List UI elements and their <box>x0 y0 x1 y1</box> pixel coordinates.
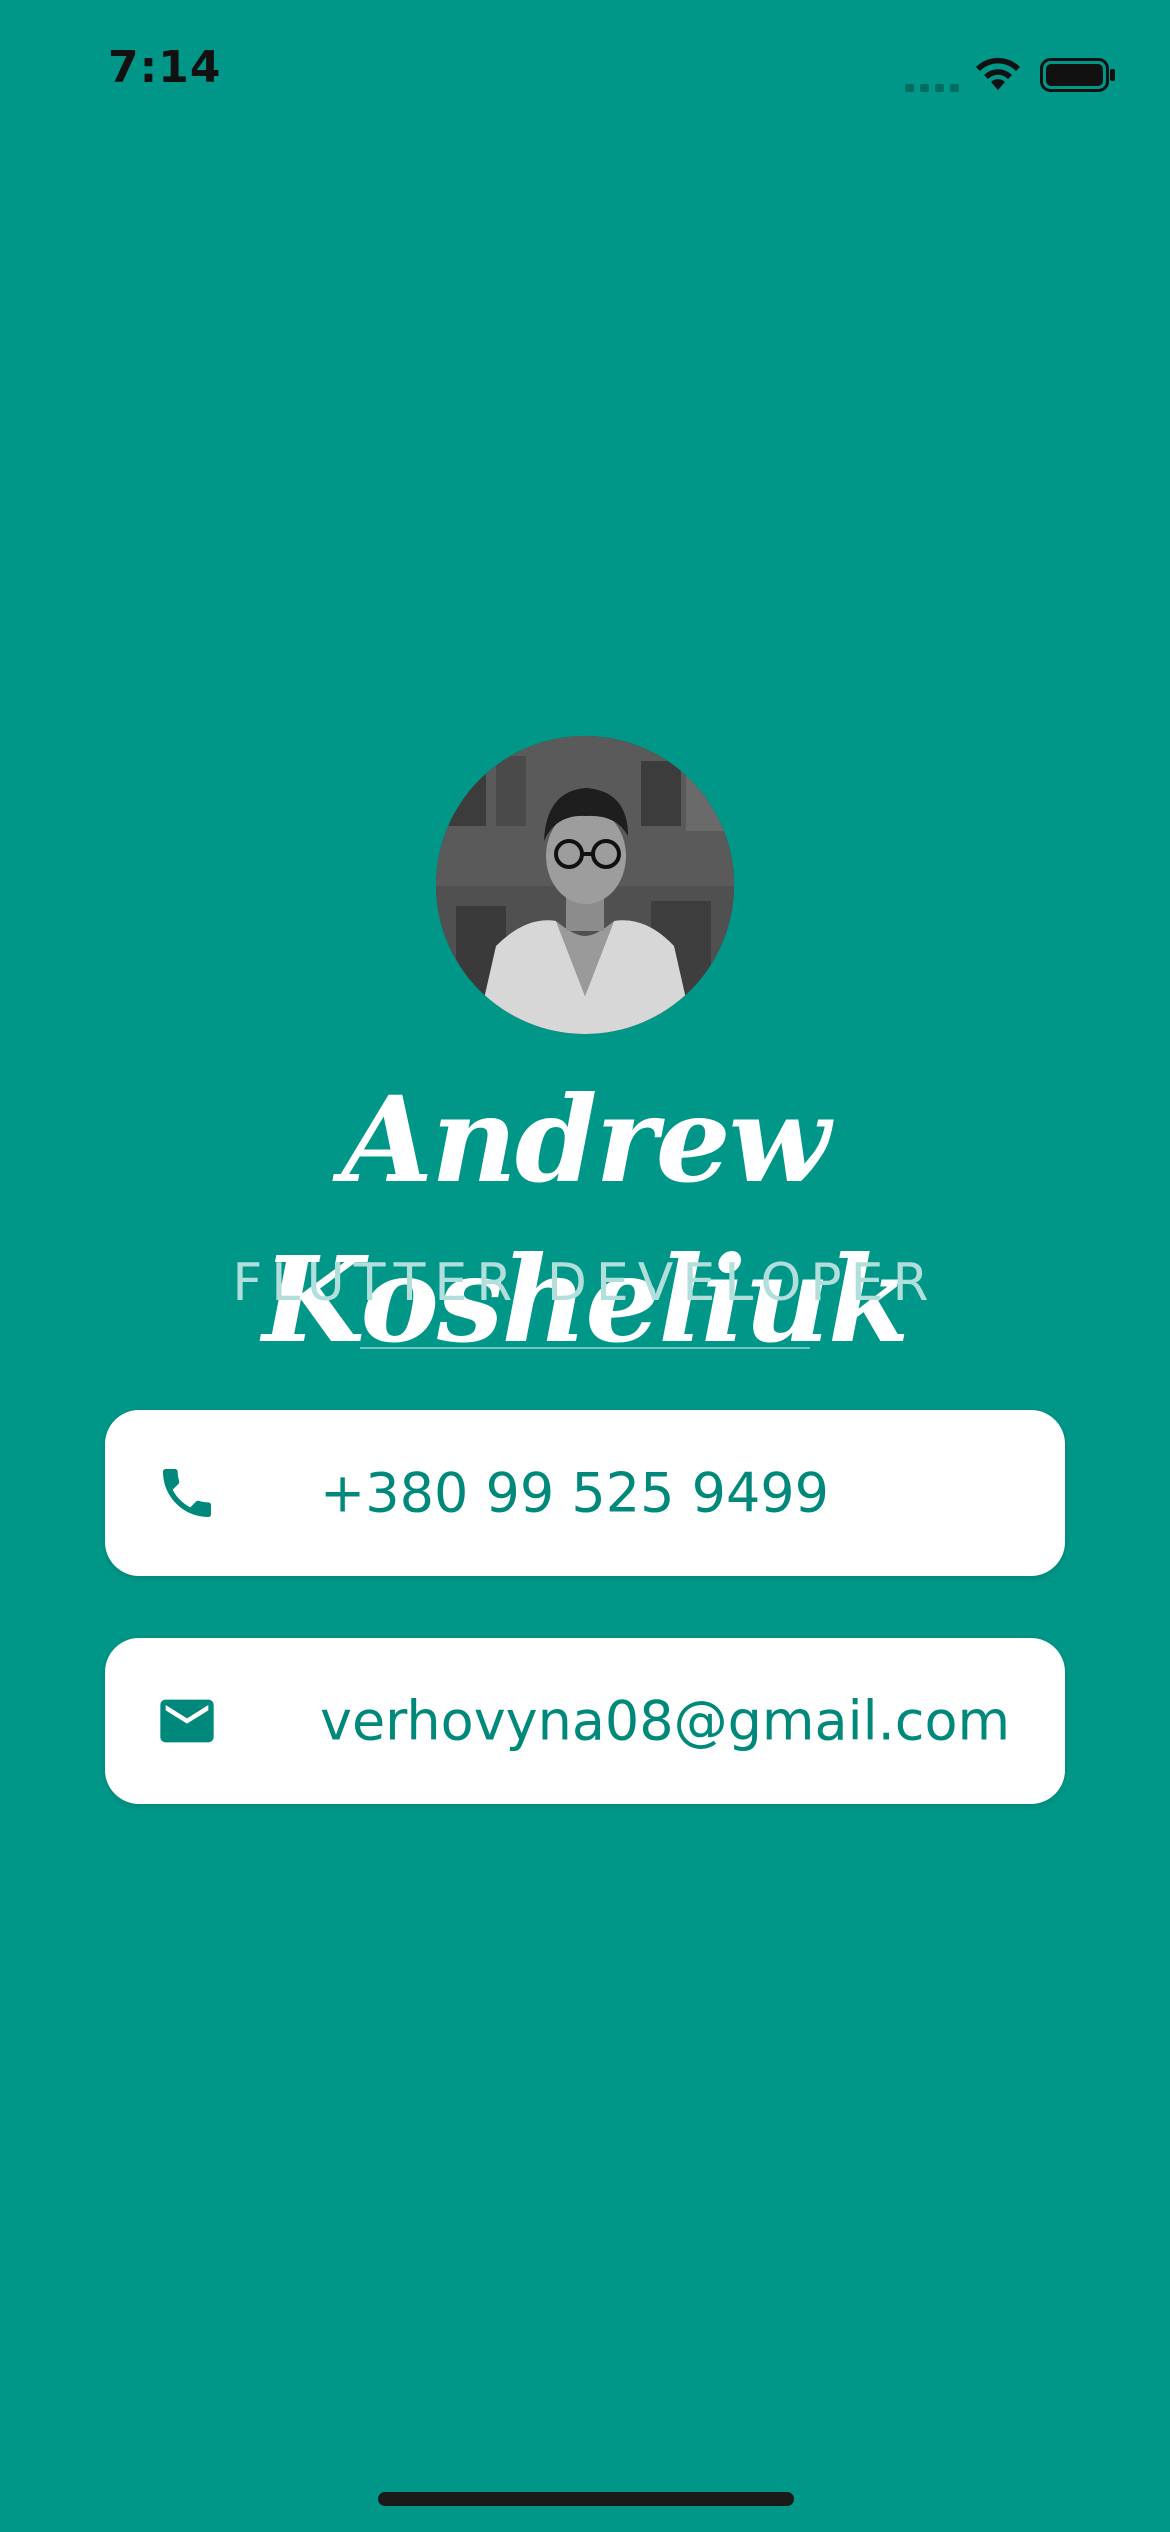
email-card[interactable]: verhovyna08@gmail.com <box>105 1638 1065 1804</box>
email-address: verhovyna08@gmail.com <box>320 1689 1011 1753</box>
divider <box>360 1347 810 1349</box>
phone-card[interactable]: +380 99 525 9499 <box>105 1410 1065 1576</box>
profile-photo <box>436 736 734 1034</box>
status-bar-time: 7:14 <box>108 42 222 93</box>
phone-number: +380 99 525 9499 <box>320 1461 830 1525</box>
avatar <box>436 736 734 1034</box>
profile-title: FLUTTER DEVELOPER <box>232 1253 938 1313</box>
email-icon <box>160 1699 214 1743</box>
home-indicator[interactable] <box>378 2492 794 2506</box>
wifi-icon <box>976 57 1020 90</box>
profile-name: Andrew Kosheliuk <box>262 1070 909 1369</box>
battery-icon <box>1040 58 1115 92</box>
cellular-signal-icon <box>905 84 961 92</box>
business-card-screen: 7:14 Andrew Kosheliuk FLUTTER DEVELOPER … <box>0 0 1170 2532</box>
phone-icon <box>163 1469 211 1517</box>
